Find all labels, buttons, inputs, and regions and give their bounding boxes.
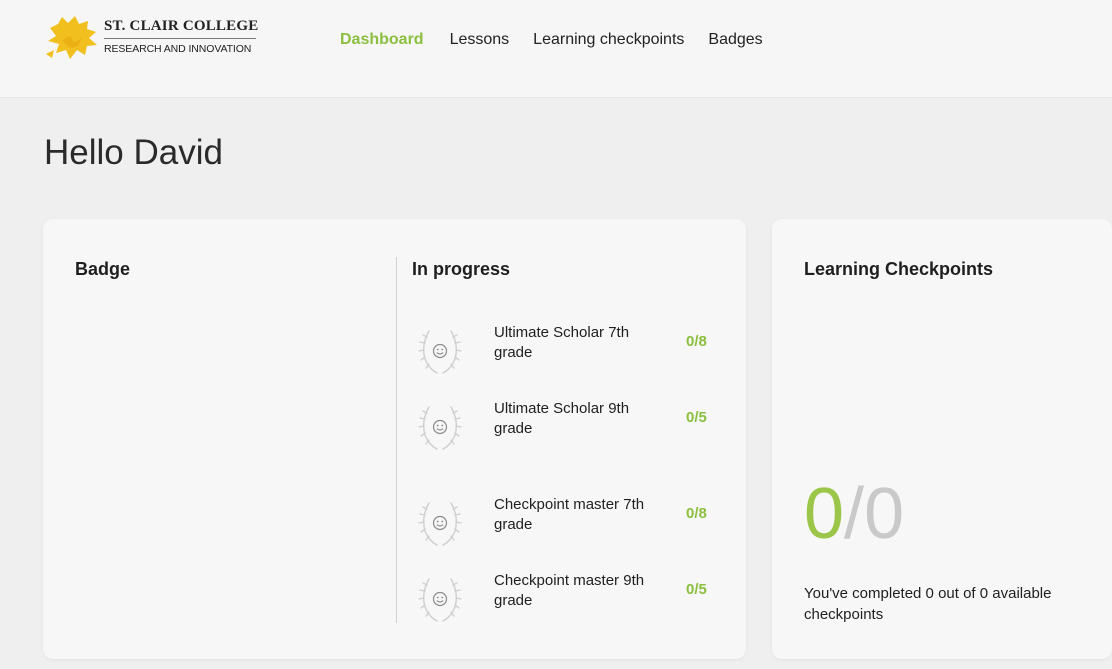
badge-name: Ultimate Scholar 7th grade	[494, 324, 630, 361]
nav-learning-checkpoints[interactable]: Learning checkpoints	[533, 31, 684, 49]
badge-progress-count: 0/8	[686, 505, 707, 522]
main-nav: Dashboard Lessons Learning checkpoints B…	[340, 31, 787, 49]
badge-name: Ultimate Scholar 9th grade	[494, 400, 630, 437]
progress-item-ultimate-scholar-9[interactable]: Ultimate Scholar 9th grade 0/5	[411, 397, 731, 457]
top-navigation-bar: ST. CLAIR COLLEGE RESEARCH AND INNOVATIO…	[0, 0, 1112, 97]
progress-item-ultimate-scholar-7[interactable]: Ultimate Scholar 7th grade 0/8	[411, 321, 731, 381]
progress-item-checkpoint-master-9[interactable]: Checkpoint master 9th grade 0/5	[411, 569, 731, 629]
learning-checkpoints-title: Learning Checkpoints	[804, 259, 994, 279]
nav-badges[interactable]: Badges	[708, 31, 762, 49]
nav-dashboard[interactable]: Dashboard	[340, 31, 424, 49]
smiley-wreath-icon	[418, 502, 462, 546]
nav-lessons[interactable]: Lessons	[450, 31, 510, 49]
maple-leaf-logo-icon	[46, 16, 97, 59]
smiley-wreath-icon	[418, 406, 462, 450]
checkpoints-separator: /	[844, 474, 865, 554]
badge-progress-count: 0/8	[686, 333, 707, 350]
smiley-wreath-icon	[418, 578, 462, 622]
badge-name: Checkpoint master 9th grade	[494, 572, 645, 609]
badge-column-title: Badge	[75, 259, 131, 279]
progress-item-checkpoint-master-7[interactable]: Checkpoint master 7th grade 0/8	[411, 493, 731, 553]
college-logo[interactable]: ST. CLAIR COLLEGE RESEARCH AND INNOVATIO…	[44, 14, 259, 64]
badge-progress-count: 0/5	[686, 409, 707, 426]
checkpoints-description: You've completed 0 out of 0 available ch…	[804, 585, 1052, 623]
logo-subtitle: RESEARCH AND INNOVATION	[104, 43, 252, 55]
badge-name: Checkpoint master 7th grade	[494, 496, 645, 533]
column-divider	[396, 257, 397, 623]
checkpoints-count: 0/0	[804, 474, 904, 554]
smiley-wreath-icon	[418, 330, 462, 374]
badges-card: Badge In progress Ultimate Scholar 7th g…	[43, 219, 746, 659]
checkpoints-completed-count: 0	[804, 474, 845, 554]
in-progress-title: In progress	[412, 259, 511, 279]
checkpoints-total-count: 0	[864, 474, 905, 554]
logo-title: ST. CLAIR COLLEGE	[104, 18, 259, 34]
greeting-heading: Hello David	[44, 133, 223, 172]
badge-progress-count: 0/5	[686, 581, 707, 598]
logo-divider	[104, 38, 256, 39]
learning-checkpoints-card: Learning Checkpoints 0/0 You've complete…	[772, 219, 1112, 659]
